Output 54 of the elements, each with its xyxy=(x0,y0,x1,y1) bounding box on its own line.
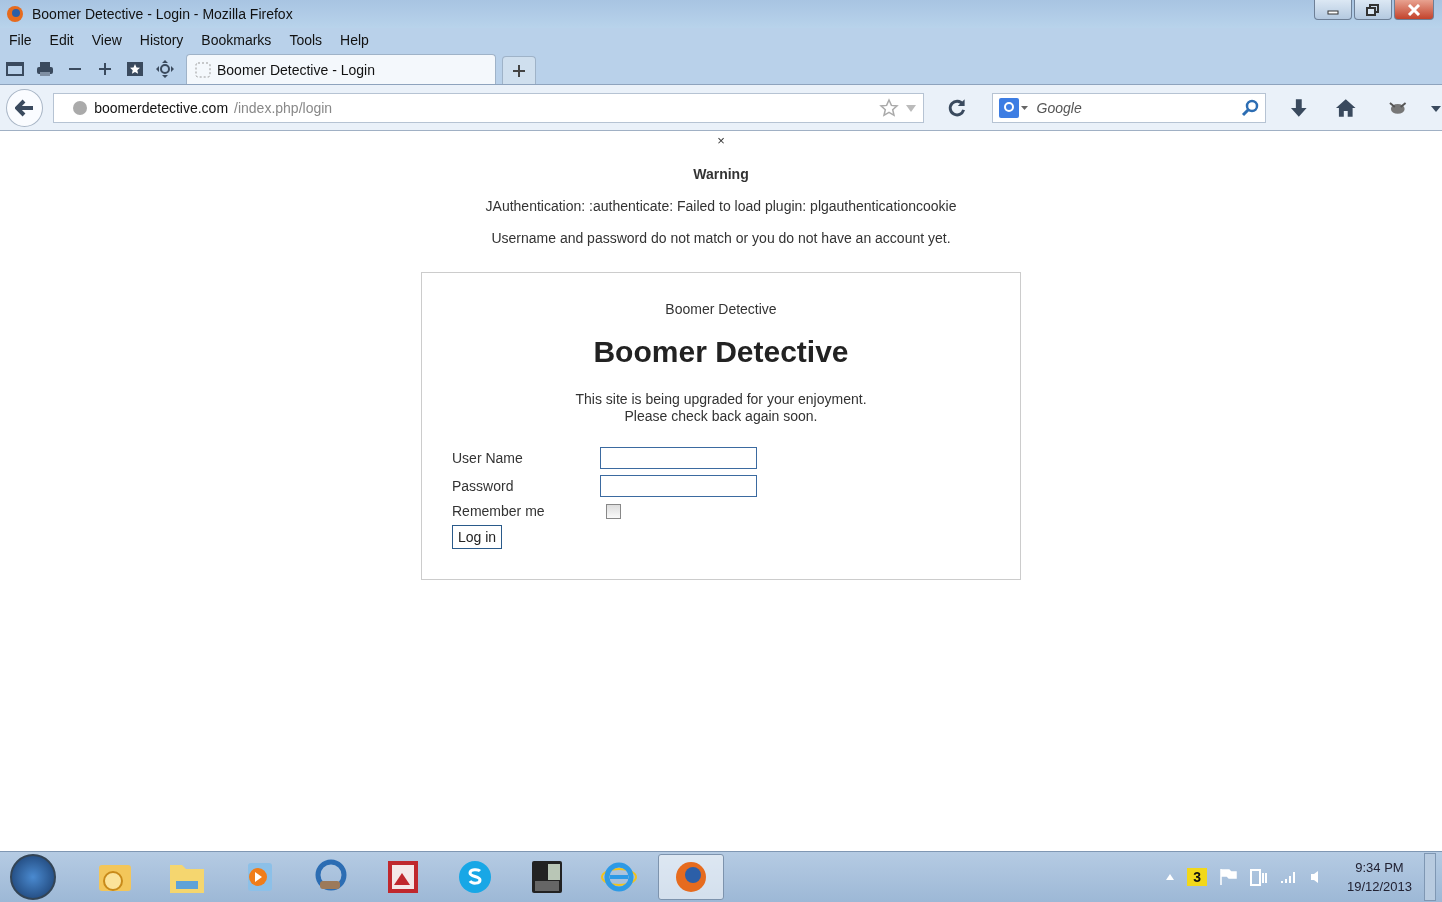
home-icon[interactable] xyxy=(1335,97,1357,118)
dashed-square-icon xyxy=(195,61,211,78)
address-bar[interactable]: boomerdetective.com /index.php/login xyxy=(53,92,924,123)
login-heading: Boomer Detective xyxy=(593,335,849,369)
menu-item[interactable]: View xyxy=(84,30,129,50)
menu-item[interactable]: Tools xyxy=(282,30,330,50)
checkbox-label: Remember me xyxy=(452,503,546,519)
input-field[interactable] xyxy=(600,447,757,469)
field-label: Password xyxy=(452,478,515,494)
back-button[interactable] xyxy=(6,88,44,127)
clock-time: 9:34 PM xyxy=(1355,860,1404,875)
plus-icon xyxy=(512,63,526,78)
move-arrows-icon[interactable] xyxy=(156,60,174,78)
reload-icon[interactable] xyxy=(948,97,968,118)
field-label: User Name xyxy=(452,450,524,466)
printer-icon[interactable] xyxy=(36,60,54,78)
site-name: Boomer Detective xyxy=(665,301,777,317)
warning-message: JAuthentication: :authenticate: Failed to load plugin: plgauthenticationcookie xyxy=(485,198,957,214)
warning-title: Warning xyxy=(693,166,749,182)
menu-item[interactable]: Help xyxy=(333,30,376,50)
site-description: This site is being upgraded for your enjoyment. Please check back again soon. xyxy=(574,391,868,425)
close-icon xyxy=(1407,3,1421,16)
url-path: /index.php/login xyxy=(234,99,334,116)
menu-item[interactable]: History xyxy=(132,30,191,50)
remember-checkbox[interactable] xyxy=(606,503,621,519)
window-title: Boomer Detective - Login - Mozilla Firefox xyxy=(32,6,294,22)
plus-icon[interactable] xyxy=(96,60,114,78)
menu-item[interactable]: File xyxy=(2,30,39,50)
globe-icon xyxy=(72,99,89,116)
restore-icon xyxy=(1366,3,1380,16)
close-mark[interactable]: × xyxy=(717,133,725,148)
taskbar-app-button[interactable] xyxy=(658,854,724,900)
clock[interactable]: 9:34 PM 19/12/2013 xyxy=(1346,860,1412,894)
warning-message: Username and password do not match or you do not have an account yet. xyxy=(491,230,951,246)
s-logo-icon xyxy=(456,859,494,895)
window-icon[interactable] xyxy=(6,60,24,78)
clock-date: 19/12/2013 xyxy=(1346,879,1412,894)
restore-button[interactable] xyxy=(1354,0,1392,20)
menu-item[interactable]: Edit xyxy=(42,30,81,50)
download-arrow-icon[interactable] xyxy=(1289,97,1308,118)
start-button[interactable] xyxy=(10,854,56,900)
new-tab-button[interactable] xyxy=(502,56,536,84)
login-button[interactable]: Log in xyxy=(452,525,503,549)
url-domain: boomerdetective.com xyxy=(94,99,229,116)
menu-item[interactable]: Bookmarks xyxy=(194,30,279,50)
input-field[interactable] xyxy=(600,475,757,497)
star-frame-icon[interactable] xyxy=(126,60,144,78)
close-button[interactable] xyxy=(1394,0,1434,20)
star-icon[interactable] xyxy=(879,97,899,118)
browser-tab[interactable]: Boomer Detective - Login xyxy=(186,54,496,84)
back-arrow-icon xyxy=(14,98,35,117)
notification-badge[interactable]: 3 xyxy=(1187,868,1207,886)
search-field[interactable]: Google xyxy=(991,92,1266,123)
search-icon[interactable] xyxy=(1240,98,1259,117)
